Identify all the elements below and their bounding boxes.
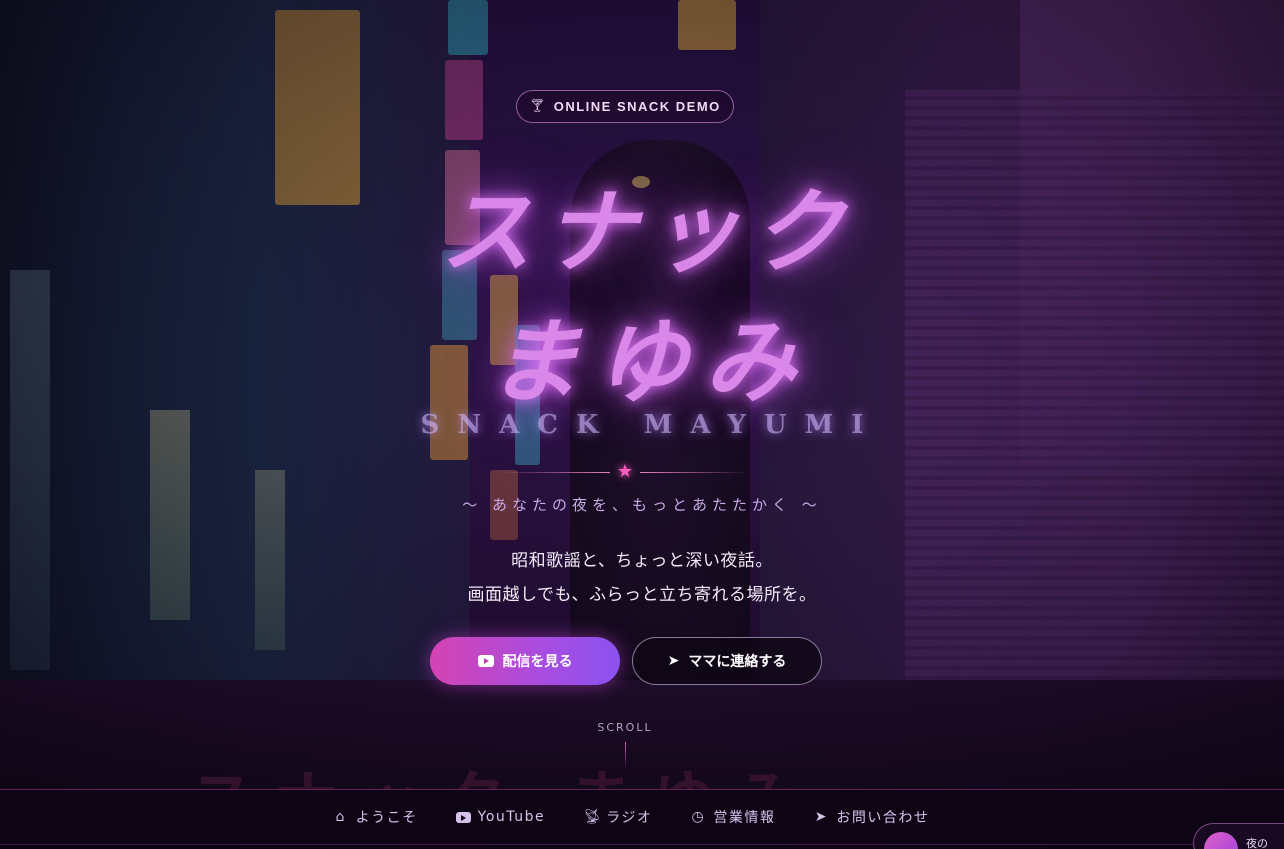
floating-chip-label: 夜の (1246, 837, 1268, 849)
contact-mama-label: ママに連絡する (688, 654, 787, 670)
title-divider: ★ (500, 461, 750, 483)
hero-title-english: SNACK MAYUMI (420, 410, 882, 440)
nav-item-youtube[interactable]: YouTube (455, 809, 546, 825)
nav-item-welcome[interactable]: ⌂ ようこそ (333, 807, 418, 827)
nav-item-label: お問い合わせ (836, 810, 930, 826)
youtube-icon (455, 811, 471, 823)
badge-label: ONLINE SNACK DEMO (553, 99, 721, 114)
home-icon: ⌂ (335, 809, 346, 825)
nav-item-contact[interactable]: ➤ お問い合わせ (813, 807, 929, 827)
contact-mama-button[interactable]: ➤ ママに連絡する (632, 637, 822, 685)
paper-plane-icon: ➤ (667, 653, 680, 669)
youtube-icon (477, 655, 494, 667)
bottom-navigation: ⌂ ようこそ YouTube 📡︎ ラジオ ◷ 営業情報 ➤ お問い合わせ (0, 789, 1284, 845)
star-icon: ★ (616, 461, 634, 482)
hero-description-line2: 画面越しでも、ふらっと立ち寄れる場所を。 (467, 585, 817, 605)
nav-item-radio[interactable]: 📡︎ ラジオ (583, 807, 652, 827)
nav-item-label: ようこそ (355, 810, 418, 826)
online-snack-badge: 🍸︎ ONLINE SNACK DEMO (516, 90, 734, 123)
hero-title-line1: スナック (439, 178, 856, 286)
avatar (1204, 832, 1238, 849)
broadcast-icon: 📡︎ (583, 809, 603, 825)
divider-line-right (640, 472, 750, 473)
clock-icon: ◷ (691, 809, 706, 825)
nav-item-label: YouTube (477, 809, 546, 825)
nav-item-label: ラジオ (606, 810, 653, 826)
watch-stream-label: 配信を見る (502, 654, 573, 670)
nav-item-label: 営業情報 (713, 810, 776, 826)
hero-description-line1: 昭和歌謡と、ちょっと深い夜話。 (511, 551, 773, 571)
hero-title-line2: まゆみ (487, 308, 812, 416)
nav-item-business-info[interactable]: ◷ 営業情報 (690, 807, 775, 827)
paper-plane-icon: ➤ (814, 809, 828, 825)
scroll-indicator-line (625, 742, 626, 770)
scroll-indicator-label: SCROLL (597, 721, 653, 734)
cocktail-icon: 🍸︎ (529, 99, 546, 114)
watch-stream-button[interactable]: 配信を見る (430, 637, 620, 685)
floating-chat-chip[interactable]: 夜の (1193, 823, 1284, 849)
divider-line-left (500, 472, 610, 473)
hero-tagline: 〜 あなたの夜を、もっとあたたかく 〜 (462, 496, 822, 514)
